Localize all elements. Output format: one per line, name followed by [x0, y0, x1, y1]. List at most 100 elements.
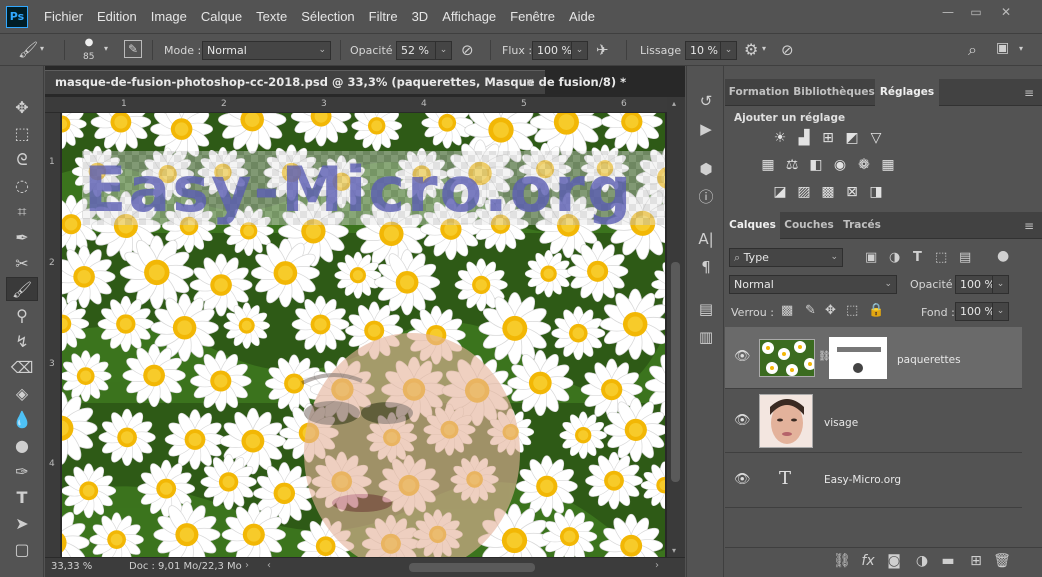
fx-icon[interactable]: fx: [857, 553, 879, 569]
brush-settings-icon[interactable]: ✎: [124, 40, 142, 58]
filter-pixel-icon[interactable]: ▣: [865, 250, 877, 265]
menu-selection[interactable]: Sélection: [301, 9, 354, 24]
brush-preset-icon[interactable]: ●: [80, 37, 98, 51]
libraries-icon[interactable]: ▥: [694, 326, 718, 348]
blur-tool-icon[interactable]: 💧: [6, 408, 38, 432]
color-lookup-icon[interactable]: ▦: [879, 157, 897, 173]
menu-aide[interactable]: Aide: [569, 9, 595, 24]
move-tool-icon[interactable]: ✥: [6, 96, 38, 120]
opacity-dropdown[interactable]: ⌄: [435, 41, 452, 60]
exposure-icon[interactable]: ◩: [843, 130, 861, 146]
pressure-size-icon[interactable]: ⊘: [781, 41, 794, 59]
menu-texte[interactable]: Texte: [256, 9, 287, 24]
paint-bucket-tool-icon[interactable]: ◈: [6, 382, 38, 406]
color-balance-icon[interactable]: ⚖: [783, 157, 801, 173]
pressure-opacity-icon[interactable]: ⊘: [461, 41, 474, 59]
tab-calques[interactable]: Calques: [725, 212, 780, 239]
posterize-icon[interactable]: ▨: [795, 184, 813, 200]
menu-fenetre[interactable]: Fenêtre: [510, 9, 555, 24]
photo-filter-icon[interactable]: ◉: [831, 157, 849, 173]
properties-icon[interactable]: ▤: [694, 298, 718, 320]
opacity-field[interactable]: 52 %: [396, 41, 436, 60]
black-white-icon[interactable]: ◧: [807, 157, 825, 173]
maximize-icon[interactable]: ▭: [964, 4, 988, 20]
history-brush-tool-icon[interactable]: ↯: [6, 330, 38, 354]
selective-color-icon[interactable]: ⊠: [843, 184, 861, 200]
pen-tool-icon[interactable]: ✑: [6, 460, 38, 484]
menu-affichage[interactable]: Affichage: [442, 9, 496, 24]
filter-type-icon[interactable]: T: [913, 250, 922, 265]
lock-transparency-icon[interactable]: ▩: [781, 303, 793, 318]
healing-tool-icon[interactable]: ✂: [6, 252, 38, 276]
layer-row-paquerettes[interactable]: 👁 ⛓ paquerettes: [725, 327, 1022, 389]
fill-dropdown[interactable]: ⌄: [992, 302, 1009, 321]
filter-adjustment-icon[interactable]: ◑: [889, 250, 900, 265]
close-window-icon[interactable]: ✕: [994, 4, 1018, 20]
levels-icon[interactable]: ▟: [795, 130, 813, 146]
menu-filtre[interactable]: Filtre: [369, 9, 398, 24]
image-canvas[interactable]: Easy-Micro.org: [62, 113, 665, 557]
filter-smart-icon[interactable]: ▤: [959, 250, 971, 265]
eye-icon[interactable]: 👁: [734, 472, 751, 487]
menu-image[interactable]: Image: [151, 9, 187, 24]
layer-row-visage[interactable]: 👁 visage: [725, 390, 1022, 453]
mode-select[interactable]: Normal ⌄: [202, 41, 331, 60]
character-icon[interactable]: A|: [694, 228, 718, 250]
curves-icon[interactable]: ⊞: [819, 130, 837, 146]
eraser-tool-icon[interactable]: ⌫: [6, 356, 38, 380]
lock-all-icon[interactable]: 🔒: [868, 303, 884, 318]
horizontal-scroll-thumb[interactable]: [409, 563, 535, 572]
flow-dropdown[interactable]: ⌄: [571, 41, 588, 60]
menu-3d[interactable]: 3D: [412, 9, 429, 24]
vertical-scrollbar[interactable]: ▴ ▾: [667, 97, 685, 557]
brush-tool-icon[interactable]: 🖌: [6, 277, 38, 301]
smoothing-field[interactable]: 10 %: [685, 41, 721, 60]
chevron-down-icon[interactable]: ▾: [104, 44, 108, 53]
eyedropper-tool-icon[interactable]: ✒: [6, 226, 38, 250]
filter-shape-icon[interactable]: ⬚: [935, 250, 947, 265]
tab-couches[interactable]: Couches: [780, 212, 838, 239]
lock-pixels-icon[interactable]: ✎: [805, 303, 816, 318]
shape-tool-icon[interactable]: ▢: [6, 538, 38, 562]
smoothing-dropdown[interactable]: ⌄: [720, 41, 737, 60]
panel-menu-icon[interactable]: ≡: [1024, 86, 1034, 100]
menu-calque[interactable]: Calque: [201, 9, 242, 24]
vibrance-icon[interactable]: ▽: [867, 130, 885, 146]
minimize-icon[interactable]: —: [936, 4, 960, 20]
actions-play-icon[interactable]: ▶: [694, 118, 718, 140]
airbrush-icon[interactable]: ✈: [596, 41, 609, 59]
document-info[interactable]: Doc : 9,01 Mo/22,3 Mo: [129, 561, 242, 572]
chevron-down-icon[interactable]: ▾: [40, 44, 44, 53]
dodge-tool-icon[interactable]: ●: [6, 434, 38, 458]
tab-formation[interactable]: Formation: [725, 79, 793, 106]
new-group-icon[interactable]: ▬: [937, 553, 959, 569]
lock-artboard-icon[interactable]: ⬚: [846, 303, 858, 318]
info-icon[interactable]: ⓘ: [694, 186, 718, 208]
panel-menu-icon[interactable]: ≡: [1024, 219, 1034, 233]
invert-icon[interactable]: ◪: [771, 184, 789, 200]
type-tool-icon[interactable]: T: [6, 486, 38, 510]
stamp-tool-icon[interactable]: ⚲: [6, 304, 38, 328]
tab-bibliotheques[interactable]: Bibliothèques: [793, 79, 875, 106]
lasso-tool-icon[interactable]: ᘓ: [6, 148, 38, 172]
zoom-level[interactable]: 33,33 %: [51, 561, 92, 572]
new-adjustment-icon[interactable]: ◑: [911, 553, 933, 569]
path-selection-tool-icon[interactable]: ➤: [6, 512, 38, 536]
layer-filter-select[interactable]: ⌕ Type ⌄: [729, 248, 843, 267]
workspace-icon[interactable]: ▣: [996, 40, 1009, 56]
link-layers-icon[interactable]: ⛓: [831, 553, 853, 569]
paragraph-icon[interactable]: ¶: [694, 256, 718, 278]
gear-icon[interactable]: ⚙: [744, 40, 758, 59]
brush-tool-icon[interactable]: 🖌: [18, 40, 38, 59]
chevron-down-icon[interactable]: ▾: [1019, 44, 1023, 53]
threshold-icon[interactable]: ▩: [819, 184, 837, 200]
hue-saturation-icon[interactable]: ▦: [759, 157, 777, 173]
tab-traces[interactable]: Tracés: [838, 212, 886, 239]
layer-opacity-field[interactable]: 100 %: [955, 275, 995, 294]
close-tab-icon[interactable]: ×: [525, 71, 535, 93]
history-icon[interactable]: ↺: [694, 90, 718, 112]
crop-tool-icon[interactable]: ⌗: [6, 200, 38, 224]
chevron-down-icon[interactable]: ▾: [762, 44, 766, 53]
menu-edition[interactable]: Edition: [97, 9, 137, 24]
new-layer-icon[interactable]: ⊞: [965, 553, 987, 569]
